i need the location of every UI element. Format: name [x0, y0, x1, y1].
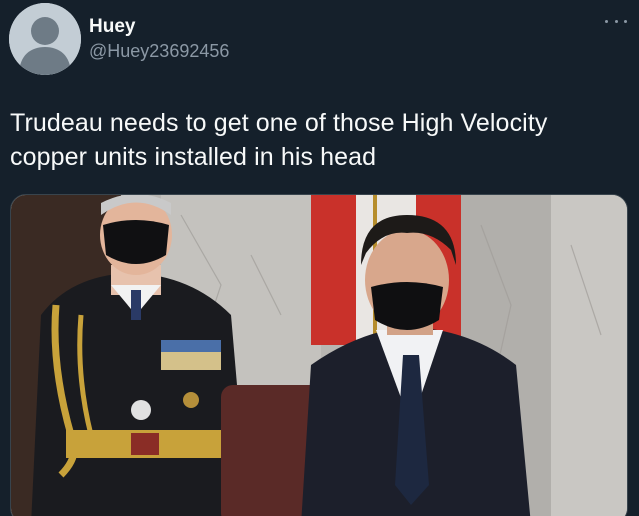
default-avatar-icon: [9, 3, 81, 75]
tweet-photo[interactable]: [10, 194, 628, 516]
tweet-card[interactable]: Huey @Huey23692456 Trudeau needs to get …: [0, 0, 639, 516]
tweet-photo-image: [11, 195, 627, 516]
author-handle[interactable]: @Huey23692456: [89, 40, 229, 62]
avatar[interactable]: [9, 3, 81, 75]
more-options-icon-dot: [614, 19, 618, 23]
more-options-icon-dot: [624, 19, 627, 23]
more-options-icon: [605, 19, 608, 23]
author-display-name[interactable]: Huey: [89, 16, 135, 38]
more-options-button[interactable]: [605, 14, 627, 28]
tweet-text: Trudeau needs to get one of those High V…: [10, 109, 548, 171]
